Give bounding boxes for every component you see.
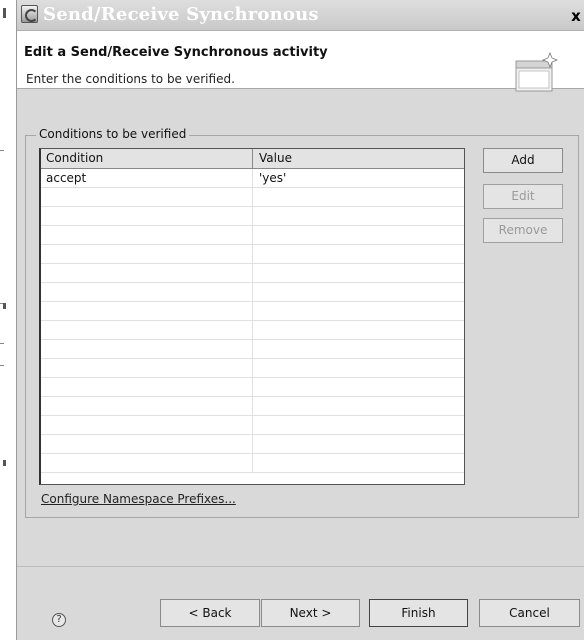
condition-cell[interactable]: [41, 454, 253, 472]
condition-cell[interactable]: [41, 283, 253, 301]
background-marker: [3, 303, 6, 309]
table-row[interactable]: [41, 245, 464, 264]
condition-cell[interactable]: [41, 416, 253, 434]
cancel-button[interactable]: Cancel: [479, 599, 580, 627]
wizard-banner-icon: [515, 51, 559, 92]
table-row[interactable]: [41, 340, 464, 359]
condition-cell[interactable]: [41, 264, 253, 282]
value-cell[interactable]: [254, 378, 464, 396]
table-row[interactable]: [41, 188, 464, 207]
value-cell[interactable]: [254, 226, 464, 244]
condition-cell[interactable]: accept: [41, 169, 253, 187]
page-description: Enter the conditions to be verified.: [26, 72, 235, 86]
value-cell[interactable]: [254, 435, 464, 453]
condition-cell[interactable]: [41, 207, 253, 225]
value-cell[interactable]: [254, 188, 464, 206]
value-cell[interactable]: [254, 359, 464, 377]
condition-cell[interactable]: [41, 340, 253, 358]
table-row[interactable]: [41, 321, 464, 340]
page-title: Edit a Send/Receive Synchronous activity: [24, 45, 328, 60]
background-tick: [0, 343, 4, 344]
condition-cell[interactable]: [41, 378, 253, 396]
send-receive-dialog: Send/Receive Synchronous x Edit a Send/R…: [16, 0, 584, 640]
table-row[interactable]: [41, 454, 464, 473]
condition-cell[interactable]: [41, 397, 253, 415]
value-cell[interactable]: [254, 321, 464, 339]
table-row[interactable]: [41, 416, 464, 435]
table-row[interactable]: accept'yes': [41, 169, 464, 188]
condition-cell[interactable]: [41, 226, 253, 244]
table-row[interactable]: [41, 435, 464, 454]
remove-button[interactable]: Remove: [483, 218, 563, 243]
table-rows: accept'yes': [41, 169, 464, 473]
table-row[interactable]: [41, 302, 464, 321]
condition-cell[interactable]: [41, 302, 253, 320]
value-cell[interactable]: [254, 302, 464, 320]
conditions-group-label: Conditions to be verified: [36, 127, 190, 141]
condition-cell[interactable]: [41, 245, 253, 263]
value-cell[interactable]: [254, 416, 464, 434]
value-cell[interactable]: [254, 340, 464, 358]
value-cell[interactable]: [254, 245, 464, 263]
value-cell[interactable]: [254, 454, 464, 472]
table-row[interactable]: [41, 207, 464, 226]
value-cell[interactable]: [254, 397, 464, 415]
table-row[interactable]: [41, 397, 464, 416]
table-row[interactable]: [41, 264, 464, 283]
back-button[interactable]: < Back: [160, 599, 260, 627]
window-title: Send/Receive Synchronous: [43, 4, 319, 25]
next-button[interactable]: Next >: [261, 599, 360, 627]
table-row[interactable]: [41, 378, 464, 397]
condition-cell[interactable]: [41, 188, 253, 206]
table-row[interactable]: [41, 283, 464, 302]
column-header-condition[interactable]: Condition: [41, 149, 253, 168]
conditions-table[interactable]: Condition Value accept'yes': [39, 148, 465, 485]
value-cell[interactable]: [254, 283, 464, 301]
condition-cell[interactable]: [41, 321, 253, 339]
background-marker: [3, 8, 6, 18]
value-cell[interactable]: [254, 264, 464, 282]
condition-cell[interactable]: [41, 435, 253, 453]
help-icon[interactable]: ?: [52, 613, 66, 627]
condition-cell[interactable]: [41, 359, 253, 377]
edit-button[interactable]: Edit: [483, 184, 563, 209]
configure-namespace-link[interactable]: Configure Namespace Prefixes...: [41, 492, 236, 506]
footer-divider: [17, 566, 584, 567]
background-window-strip: [0, 0, 16, 640]
column-header-value[interactable]: Value: [254, 149, 464, 168]
title-bar[interactable]: Send/Receive Synchronous x: [17, 0, 584, 31]
value-cell[interactable]: [254, 207, 464, 225]
dialog-app-icon: [21, 5, 38, 23]
finish-button[interactable]: Finish: [369, 599, 468, 627]
value-cell[interactable]: 'yes': [254, 169, 464, 187]
table-row[interactable]: [41, 226, 464, 245]
table-row[interactable]: [41, 359, 464, 378]
background-marker: [3, 460, 6, 466]
close-icon[interactable]: x: [567, 6, 584, 26]
add-button[interactable]: Add: [483, 148, 563, 173]
background-tick: [0, 150, 4, 151]
wizard-header: Edit a Send/Receive Synchronous activity…: [17, 31, 584, 92]
background-tick: [0, 365, 4, 366]
table-header: Condition Value: [41, 149, 464, 169]
